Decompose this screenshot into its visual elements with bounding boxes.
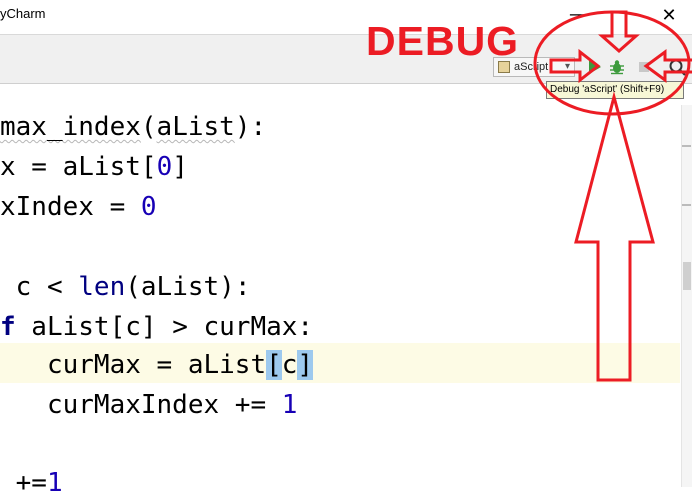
- code-line-2: x = aList[0]: [0, 152, 188, 182]
- search-icon: [669, 59, 686, 76]
- code-line-5: c < len(aList):: [0, 272, 251, 302]
- scrollbar-thumb[interactable]: [683, 262, 691, 290]
- run-icon: [589, 60, 601, 74]
- code-line-6: f aList[c] > curMax:: [0, 312, 314, 342]
- title-bar: yCharm — ✕: [0, 0, 692, 35]
- window-title: yCharm: [0, 6, 46, 21]
- close-button[interactable]: ✕: [656, 3, 682, 29]
- vertical-scrollbar[interactable]: [681, 105, 692, 487]
- code-line-3: xIndex = 0: [0, 192, 157, 222]
- code-line-10: +=1: [0, 468, 63, 498]
- code-line-1: max_index(aList):: [0, 112, 267, 142]
- chevron-down-icon: ▾: [564, 61, 570, 72]
- bug-icon: [610, 60, 624, 75]
- run-configuration-label: aScript: [514, 61, 549, 73]
- run-button[interactable]: [585, 58, 603, 76]
- debug-tooltip: Debug 'aScript' (Shift+F9): [546, 81, 684, 99]
- code-editor[interactable]: max_index(aList): x = aList[0] xIndex = …: [0, 105, 680, 498]
- stop-button[interactable]: [636, 58, 652, 76]
- matched-bracket-close: ]: [297, 350, 314, 380]
- warning-marker[interactable]: [682, 145, 691, 147]
- code-line-8: curMaxIndex += 1: [0, 390, 298, 420]
- code-line-7: curMax = aList[c]: [0, 350, 314, 380]
- matched-bracket-open: [: [266, 350, 282, 380]
- warning-marker[interactable]: [682, 204, 691, 206]
- debug-button[interactable]: [608, 58, 626, 76]
- stop-icon: [639, 62, 649, 72]
- minimize-button[interactable]: —: [565, 2, 591, 28]
- search-everywhere-button[interactable]: [665, 56, 689, 78]
- debug-annotation-label: DEBUG: [366, 18, 520, 64]
